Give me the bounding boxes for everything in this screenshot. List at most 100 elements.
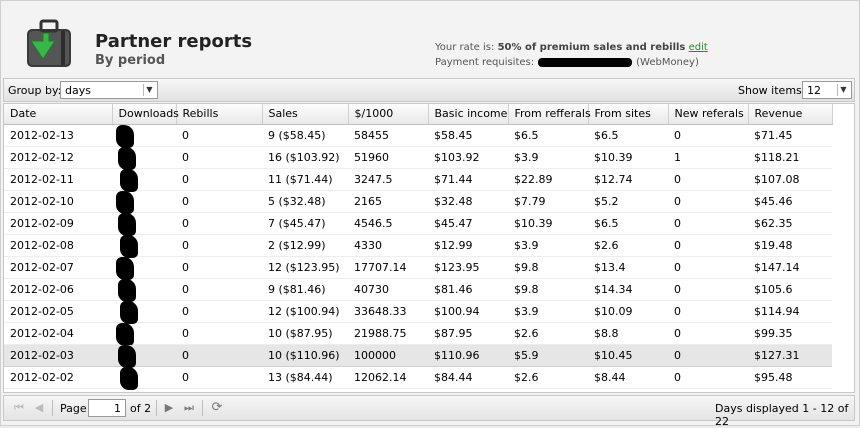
cell-date: 2012-02-05: [4, 300, 112, 323]
reports-grid: Date Downloads Rebills Sales $/1000 Basic inc…: [3, 103, 855, 393]
column-header-date[interactable]: Date: [4, 104, 113, 125]
header-row: Date Downloads Rebills Sales $/1000 Basic inc…: [4, 104, 833, 125]
cell-per-1000: 17707.14: [348, 256, 428, 279]
cell-revenue: $62.35: [748, 212, 832, 235]
redacted-scribble: [120, 234, 138, 258]
reports-table: Date Downloads Rebills Sales $/1000 Basic inc…: [4, 104, 833, 390]
column-header-basic-income[interactable]: Basic income: [428, 104, 509, 125]
cell-revenue: $107.08: [748, 168, 832, 191]
cell-new-referals: 0: [668, 168, 748, 191]
table-row[interactable]: 2012-02-12 0 16 ($103.92) 51960 $103.92 $3.9 $…: [4, 146, 832, 170]
chevron-down-icon: ▼: [143, 84, 155, 96]
cell-sales: 10 ($87.95): [262, 322, 348, 345]
cell-basic-income: $71.44: [428, 168, 508, 191]
cell-revenue: $147.14: [748, 256, 832, 279]
cell-new-referals: 0: [668, 322, 748, 345]
column-header-from-sites[interactable]: From sites: [588, 104, 669, 125]
table-row[interactable]: 2012-02-11 0 11 ($71.44) 3247.5 $71.44 $22.89…: [4, 168, 832, 192]
prev-page-icon[interactable]: ◀: [32, 401, 46, 415]
next-page-icon[interactable]: ▶: [162, 401, 176, 415]
page-number-input[interactable]: 1: [88, 399, 126, 417]
requisites-suffix: (WebMoney): [636, 57, 699, 68]
table-row[interactable]: 2012-02-07 0 12 ($123.95) 17707.14 $123.95 $9…: [4, 256, 832, 280]
cell-sales: 16 ($103.92): [262, 146, 348, 169]
table-row[interactable]: 2012-02-02 0 13 ($84.44) 12062.14 $84.44 $2.6…: [4, 366, 832, 390]
cell-per-1000: 3247.5: [348, 168, 428, 191]
page-title: Partner reports: [95, 31, 253, 52]
cell-date: 2012-02-02: [4, 366, 112, 389]
table-row[interactable]: 2012-02-09 0 7 ($45.47) 4546.5 $45.47 $10.39 $…: [4, 212, 832, 236]
table-row[interactable]: 2012-02-13 0 9 ($58.45) 58455 $58.45 $6.5 $6.5…: [4, 124, 832, 148]
refresh-icon[interactable]: ⟳: [210, 401, 224, 415]
page-count-label: of 2: [130, 402, 152, 415]
cell-downloads-redacted: [112, 256, 176, 280]
cell-downloads-redacted: [112, 322, 176, 346]
cell-from-sites: $2.6: [588, 234, 668, 257]
column-header-rebills[interactable]: Rebills: [176, 104, 263, 125]
table-row[interactable]: 2012-02-03 0 10 ($110.96) 100000 $110.96 $5.9…: [4, 343, 832, 368]
redacted-scribble: [120, 168, 138, 192]
cell-new-referals: 0: [668, 300, 748, 323]
cell-revenue: $127.31: [748, 343, 832, 367]
show-items-value: 12: [807, 84, 821, 97]
redacted-scribble: [118, 344, 136, 368]
group-by-select[interactable]: days ▼: [60, 81, 158, 99]
cell-sales: 5 ($32.48): [262, 190, 348, 213]
cell-new-referals: 0: [668, 278, 748, 301]
cell-sales: 12 ($100.94): [262, 300, 348, 323]
table-row[interactable]: 2012-02-06 0 9 ($81.46) 40730 $81.46 $9.8 $14.…: [4, 278, 832, 302]
cell-from-sites: $6.5: [588, 212, 668, 235]
cell-rebills: 0: [176, 212, 262, 235]
cell-basic-income: $84.44: [428, 366, 508, 389]
cell-sales: 2 ($12.99): [262, 234, 348, 257]
cell-date: 2012-02-10: [4, 190, 112, 213]
table-row[interactable]: 2012-02-10 0 5 ($32.48) 2165 $32.48 $7.79 $5.2…: [4, 190, 832, 214]
cell-basic-income: $58.45: [428, 124, 508, 147]
cell-date: 2012-02-13: [4, 124, 112, 147]
cell-per-1000: 58455: [348, 124, 428, 147]
page-label: Page: [60, 402, 87, 415]
cell-new-referals: 0: [668, 212, 748, 235]
chevron-down-icon: ▼: [837, 84, 849, 96]
column-header-sales[interactable]: Sales: [262, 104, 349, 125]
last-page-icon[interactable]: ⏭: [182, 401, 196, 415]
column-header-new-referals[interactable]: New referals: [668, 104, 749, 125]
table-row[interactable]: 2012-02-04 0 10 ($87.95) 21988.75 $87.95 $2.6…: [4, 322, 832, 346]
cell-downloads-redacted: [112, 168, 176, 192]
cell-new-referals: 0: [668, 343, 748, 367]
cell-downloads-redacted: [112, 124, 176, 148]
cell-basic-income: $100.94: [428, 300, 508, 323]
cell-sales: 11 ($71.44): [262, 168, 348, 191]
cell-per-1000: 4330: [348, 234, 428, 257]
cell-from-refferals: $10.39: [508, 212, 588, 235]
cell-basic-income: $123.95: [428, 256, 508, 279]
cell-from-refferals: $9.8: [508, 278, 588, 301]
table-row[interactable]: 2012-02-05 0 12 ($100.94) 33648.33 $100.94 $3…: [4, 300, 832, 324]
cell-from-refferals: $2.6: [508, 366, 588, 389]
redacted-scribble: [116, 124, 134, 148]
cell-sales: 9 ($58.45): [262, 124, 348, 147]
cell-per-1000: 33648.33: [348, 300, 428, 323]
cell-from-sites: $8.44: [588, 366, 668, 389]
cell-per-1000: 12062.14: [348, 366, 428, 389]
rate-edit-link[interactable]: edit: [689, 42, 708, 53]
cell-rebills: 0: [176, 190, 262, 213]
cell-from-sites: $12.74: [588, 168, 668, 191]
cell-rebills: 0: [176, 343, 262, 367]
column-header-1000[interactable]: $/1000: [348, 104, 429, 125]
cell-new-referals: 1: [668, 146, 748, 169]
table-row[interactable]: 2012-02-08 0 2 ($12.99) 4330 $12.99 $3.9 $2.6 0…: [4, 234, 832, 258]
cell-downloads-redacted: [112, 278, 176, 302]
show-items-select[interactable]: 12 ▼: [802, 81, 852, 99]
page-header: Partner reports By period Your rate is: …: [1, 1, 859, 77]
redacted-scribble: [118, 278, 136, 302]
cell-sales: 7 ($45.47): [262, 212, 348, 235]
cell-rebills: 0: [176, 234, 262, 257]
column-header-from-refferals[interactable]: From refferals: [508, 104, 591, 125]
column-header-revenue[interactable]: Revenue: [748, 104, 833, 125]
column-header-downloads[interactable]: Downloads: [112, 104, 179, 125]
group-by-value: days: [65, 84, 91, 97]
cell-per-1000: 40730: [348, 278, 428, 301]
first-page-icon[interactable]: ⏮: [12, 401, 26, 415]
cell-from-refferals: $3.9: [508, 146, 588, 169]
